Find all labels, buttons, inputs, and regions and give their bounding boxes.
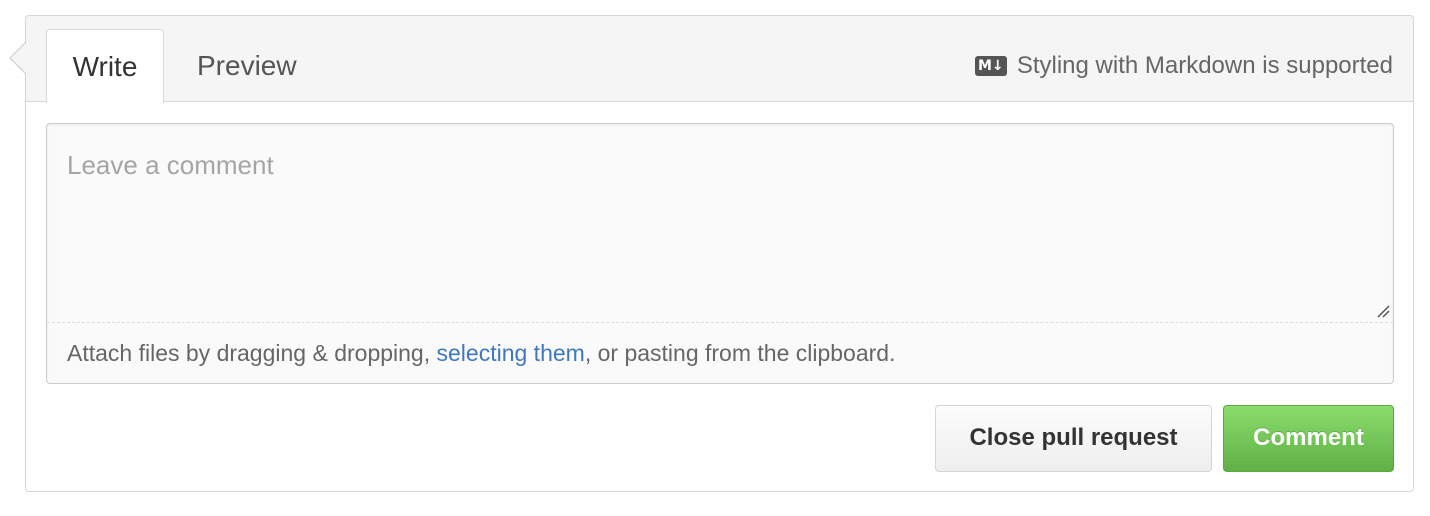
markdown-hint[interactable]: M↓ Styling with Markdown is supported [974,52,1393,80]
attach-text-suffix: , or pasting from the clipboard. [584,340,896,366]
attach-text-prefix: Attach files by dragging & dropping, [67,340,437,366]
markdown-hint-text: Styling with Markdown is supported [1016,52,1393,79]
markdown-icon: M↓ [974,56,1007,76]
select-files-link[interactable]: selecting them [437,340,585,366]
tab-bar: Write Preview M↓ Styling with Markdown i… [26,16,1413,103]
resize-grip-icon[interactable] [1376,304,1390,318]
close-pull-request-button[interactable]: Close pull request [935,405,1212,472]
comment-button[interactable]: Comment [1223,405,1394,472]
tab-preview[interactable]: Preview [197,29,297,102]
write-area: Attach files by dragging & dropping, sel… [46,123,1394,384]
comment-form: Write Preview M↓ Styling with Markdown i… [9,15,1414,492]
attach-files-bar: Attach files by dragging & dropping, sel… [47,322,1393,383]
comment-textarea[interactable] [47,124,1393,322]
speech-caret-fill [11,43,26,73]
tab-write[interactable]: Write [46,29,164,103]
